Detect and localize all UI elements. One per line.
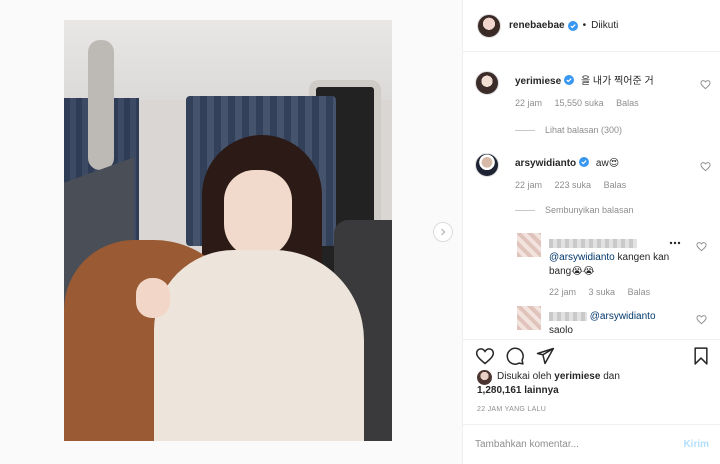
comments-list: yerimiese 을 내가 찍어준 거 22 jam 15,550 suka …	[463, 53, 720, 339]
header-separator: •	[582, 20, 587, 31]
comment-item: arsywidianto aw😍 22 jam 223 suka Balas	[475, 153, 711, 213]
reply-body: @arsywidianto kangen kan bang😭😭	[549, 237, 674, 279]
likes-count[interactable]: 1,280,161 lainnya	[477, 385, 559, 396]
reply-mention[interactable]: @arsywidianto	[549, 252, 615, 263]
comment-input[interactable]	[475, 439, 684, 450]
verified-badge-icon	[579, 157, 590, 167]
share-icon[interactable]	[535, 346, 555, 366]
heart-icon[interactable]	[475, 346, 495, 366]
add-comment-bar: Kirim	[463, 424, 720, 464]
reply-item: @arsywidianto saolo	[517, 306, 707, 339]
reply-time: 22 jam	[549, 287, 577, 297]
post-header: renebaebae • Diikuti	[463, 0, 720, 52]
likes-text: Disukai oleh yerimiese dan 1,280,161 lai…	[477, 370, 620, 398]
post-comment-button[interactable]: Kirim	[683, 439, 709, 450]
commenter-avatar[interactable]	[475, 71, 499, 95]
like-reply-heart-icon[interactable]	[696, 314, 707, 325]
reply-likes[interactable]: 3 suka	[589, 287, 616, 297]
comment-body: arsywidianto aw😍	[515, 157, 695, 171]
reply-avatar-blurred[interactable]	[517, 306, 541, 330]
verified-badge-icon	[564, 75, 575, 85]
post-sidebar: renebaebae • Diikuti yerimiese 을 내가 찍어준 …	[462, 0, 720, 464]
commenter-avatar[interactable]	[475, 153, 499, 177]
redacted-username	[549, 311, 587, 321]
photo-sweater	[154, 250, 364, 441]
more-options-icon[interactable]	[669, 241, 681, 245]
reply-button[interactable]: Balas	[616, 98, 639, 108]
hide-replies-link[interactable]: Sembunyikan balasan	[515, 205, 634, 215]
follow-status-button[interactable]: Diikuti	[591, 20, 618, 31]
commenter-username[interactable]: yerimiese	[515, 76, 561, 87]
comment-item: yerimiese 을 내가 찍어준 거 22 jam 15,550 suka …	[475, 71, 711, 151]
post-photo[interactable]	[64, 20, 392, 441]
next-photo-button[interactable]	[433, 222, 453, 242]
commenter-username[interactable]: arsywidianto	[515, 158, 576, 169]
reply-meta: 22 jam 3 suka Balas	[549, 287, 660, 297]
comment-icon[interactable]	[505, 346, 525, 366]
comment-text: 을 내가 찍어준 거	[580, 76, 654, 87]
post-timestamp[interactable]: 22 JAM YANG LALU	[477, 406, 546, 413]
like-comment-heart-icon[interactable]	[700, 161, 711, 172]
reply-button[interactable]: Balas	[628, 287, 651, 297]
chevron-right-icon	[441, 228, 446, 236]
redacted-username	[549, 238, 637, 248]
comment-time: 22 jam	[515, 98, 543, 108]
reply-avatar-blurred[interactable]	[517, 233, 541, 257]
post-media-area	[0, 0, 462, 464]
reply-button[interactable]: Balas	[604, 180, 627, 190]
comment-likes[interactable]: 223 suka	[555, 180, 592, 190]
likes-prefix: Disukai oleh	[497, 371, 552, 382]
liker-avatar[interactable]	[477, 370, 492, 385]
author-avatar[interactable]	[477, 13, 501, 38]
verified-badge-icon	[567, 20, 578, 31]
author-username[interactable]: renebaebae	[509, 20, 565, 31]
comment-time: 22 jam	[515, 180, 543, 190]
comment-text: aw😍	[595, 158, 620, 169]
comment-likes[interactable]: 15,550 suka	[555, 98, 604, 108]
comment-body: yerimiese 을 내가 찍어준 거	[515, 75, 695, 89]
reply-item: @arsywidianto kangen kan bang😭😭 22 jam 3…	[517, 233, 707, 303]
bookmark-icon[interactable]	[691, 346, 711, 366]
post-actions-bar	[463, 339, 720, 371]
like-reply-heart-icon[interactable]	[696, 241, 707, 252]
hide-replies-label: Sembunyikan balasan	[545, 205, 634, 215]
comment-meta: 22 jam 223 suka Balas	[515, 180, 636, 190]
photo-face	[224, 170, 292, 258]
like-comment-heart-icon[interactable]	[700, 79, 711, 90]
likes-summary: Disukai oleh yerimiese dan 1,280,161 lai…	[477, 370, 620, 398]
reply-mention[interactable]: @arsywidianto	[590, 311, 656, 322]
reply-text: saolo	[549, 325, 573, 336]
view-replies-link[interactable]: Lihat balasan (300)	[515, 125, 622, 135]
photo-hand	[136, 278, 170, 318]
likes-suffix: dan	[603, 371, 620, 382]
liker-username[interactable]: yerimiese	[554, 371, 600, 382]
comment-meta: 22 jam 15,550 suka Balas	[515, 98, 649, 108]
view-replies-label: Lihat balasan (300)	[545, 125, 623, 135]
photo-grab-handle	[88, 40, 114, 170]
reply-body: @arsywidianto saolo	[549, 310, 699, 338]
